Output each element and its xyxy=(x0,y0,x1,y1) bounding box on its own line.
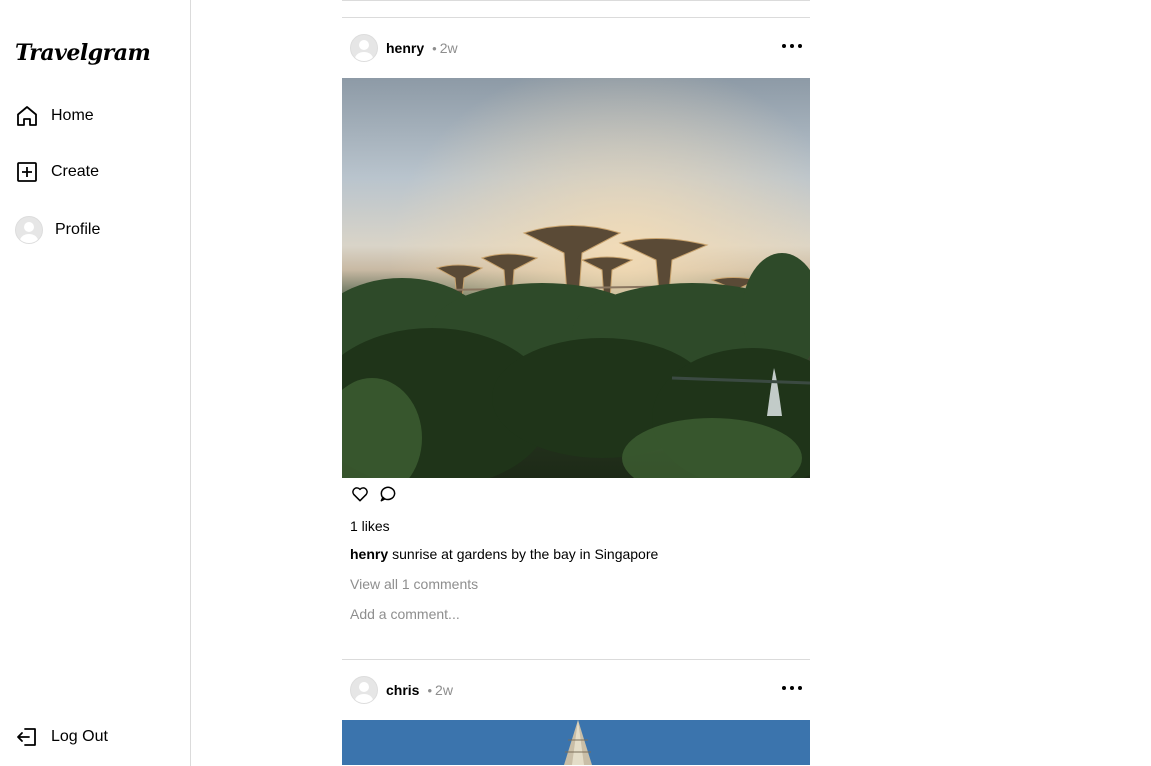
add-comment-input[interactable]: Add a comment... xyxy=(342,602,810,626)
post: henry • 2w 1 likes henry sunrise at gard… xyxy=(342,17,810,626)
home-icon xyxy=(15,104,39,128)
comment-icon[interactable] xyxy=(378,484,398,509)
feed: henry • 2w 1 likes henry sunrise at gard… xyxy=(342,0,810,765)
post-username[interactable]: henry xyxy=(386,40,424,56)
post-header: chris • 2w xyxy=(342,660,810,720)
post-username[interactable]: chris xyxy=(386,682,419,698)
logout-label: Log Out xyxy=(51,728,108,745)
post-caption: henry sunrise at gardens by the bay in S… xyxy=(342,542,810,566)
post-time: 2w xyxy=(435,682,453,698)
logout-icon xyxy=(15,725,39,749)
post-image[interactable] xyxy=(342,78,810,478)
avatar[interactable] xyxy=(350,34,378,62)
time-separator: • xyxy=(432,40,437,56)
plus-square-icon xyxy=(15,160,39,184)
time-separator: • xyxy=(427,682,433,698)
sidebar-item-label: Profile xyxy=(55,221,101,238)
post-header: henry • 2w xyxy=(342,18,810,78)
sidebar-item-label: Home xyxy=(51,107,94,124)
post-time: 2w xyxy=(439,40,458,56)
more-options-icon[interactable] xyxy=(782,678,802,698)
post-image[interactable] xyxy=(342,720,810,765)
sidebar-item-create[interactable]: Create xyxy=(15,160,99,184)
sidebar-item-profile[interactable]: Profile xyxy=(15,216,100,244)
avatar xyxy=(15,216,43,244)
view-comments-link[interactable]: View all 1 comments xyxy=(342,572,810,596)
post-actions xyxy=(342,478,810,514)
post: chris • 2w xyxy=(342,659,810,765)
sidebar: Travelgram Home Create Profile Log Out xyxy=(0,0,191,766)
sidebar-item-home[interactable]: Home xyxy=(15,104,94,128)
logout-button[interactable]: Log Out xyxy=(15,725,108,749)
heart-icon[interactable] xyxy=(350,484,370,509)
likes-count[interactable]: 1 likes xyxy=(342,514,810,538)
more-options-icon[interactable] xyxy=(782,36,802,56)
divider xyxy=(342,0,810,1)
avatar[interactable] xyxy=(350,676,378,704)
sidebar-item-label: Create xyxy=(51,163,100,180)
app-logo[interactable]: Travelgram xyxy=(15,40,151,66)
caption-text: sunrise at gardens by the bay in Singapo… xyxy=(392,546,659,562)
caption-username[interactable]: henry xyxy=(350,546,388,562)
